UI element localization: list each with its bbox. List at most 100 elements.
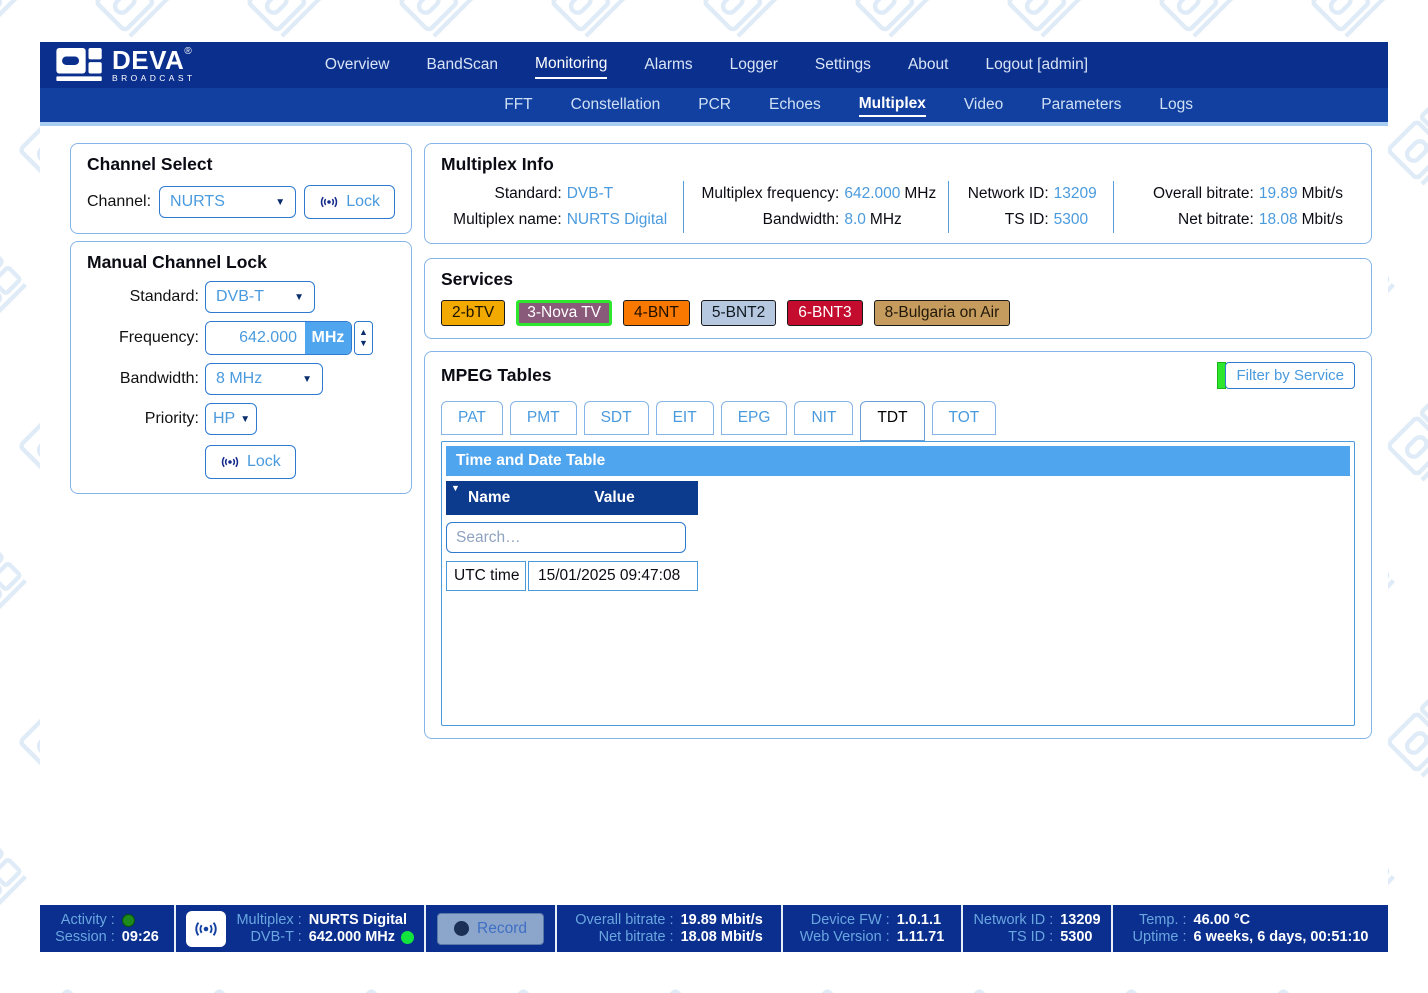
standard-row: Standard: DVB-T ▼ <box>87 281 395 313</box>
nav-item-overview[interactable]: Overview <box>325 52 390 78</box>
nav-item-logout[interactable]: Logout [admin] <box>985 52 1088 78</box>
channel-lock-button[interactable]: Lock <box>304 185 395 219</box>
priority-dropdown-value: HP <box>213 410 235 428</box>
filter-by-service-wrap: Filter by Service <box>1217 362 1355 389</box>
tab-sdt[interactable]: SDT <box>584 401 649 435</box>
services-row: 2-bTV 3-Nova TV 4-BNT 5-BNT2 6-BNT3 8-Bu… <box>441 300 1355 326</box>
tab-tdt[interactable]: TDT <box>860 401 924 441</box>
chevron-down-icon: ▼ <box>235 414 250 425</box>
multiplex-info-col-ids: Network ID:13209 TS ID:5300 <box>948 181 1113 233</box>
antenna-icon <box>220 455 240 469</box>
brand-subtitle: BROADCAST <box>112 74 196 83</box>
temp-value: 46.00 °C <box>1194 912 1369 928</box>
ts-id-value: 5300 <box>1060 929 1100 945</box>
nav-item-bandscan[interactable]: BandScan <box>427 52 499 78</box>
antenna-icon <box>186 911 226 947</box>
tab-eit[interactable]: EIT <box>656 401 714 435</box>
service-badge-6-bnt3[interactable]: 6-BNT3 <box>787 300 862 326</box>
net-bitrate-label: Net bitrate : <box>575 929 673 945</box>
info-unit <box>613 185 617 202</box>
subnav-item-fft[interactable]: FFT <box>504 94 532 116</box>
priority-label: Priority: <box>87 410 199 428</box>
chevron-down-icon: ▼ <box>292 374 312 385</box>
info-value: 18.08 <box>1259 211 1298 228</box>
multiplex-info-title: Multiplex Info <box>441 154 1355 175</box>
status-bar: Activity : Session : 09:26 Multiplex : N… <box>40 905 1388 952</box>
tab-pmt[interactable]: PMT <box>510 401 577 435</box>
service-badge-2-btv[interactable]: 2-bTV <box>441 300 505 326</box>
filter-by-service-button[interactable]: Filter by Service <box>1225 362 1355 389</box>
channel-select-panel: Channel Select Channel: NURTS ▼ <box>70 143 412 234</box>
nav-item-about[interactable]: About <box>908 52 949 78</box>
activity-label: Activity : <box>55 912 115 928</box>
nav-item-monitoring[interactable]: Monitoring <box>535 51 607 79</box>
overall-bitrate-value: 19.89 Mbit/s <box>681 912 763 928</box>
mpeg-tables-title: MPEG Tables <box>441 365 552 386</box>
channel-select-row: Channel: NURTS ▼ Lock <box>87 185 395 219</box>
info-unit <box>667 211 671 228</box>
subnav-item-pcr[interactable]: PCR <box>698 94 731 116</box>
subnav-item-echoes[interactable]: Echoes <box>769 94 821 116</box>
services-panel: Services 2-bTV 3-Nova TV 4-BNT 5-BNT2 6-… <box>424 258 1372 339</box>
frequency-label: Frequency: <box>87 329 199 347</box>
subnav-item-logs[interactable]: Logs <box>1159 94 1193 116</box>
registered-mark: ® <box>184 46 192 57</box>
standard-label: Standard: <box>87 288 199 306</box>
status-section-record: Record <box>426 905 557 952</box>
channel-select-title: Channel Select <box>87 154 395 175</box>
info-label: Net bitrate: <box>1153 207 1259 233</box>
service-badge-3-nova-tv[interactable]: 3-Nova TV <box>516 300 612 326</box>
monitoring-subnav: FFT Constellation PCR Echoes Multiplex V… <box>40 88 1388 122</box>
bandwidth-dropdown-value: 8 MHz <box>216 370 262 388</box>
service-badge-5-bnt2[interactable]: 5-BNT2 <box>701 300 776 326</box>
info-label: Overall bitrate: <box>1153 181 1259 207</box>
subnav-item-constellation[interactable]: Constellation <box>571 94 661 116</box>
subnav-item-video[interactable]: Video <box>964 94 1003 116</box>
network-id-label: Network ID : <box>973 912 1053 928</box>
tdt-table-container: Time and Date Table ▼ Name Value UTC tim… <box>441 441 1355 726</box>
info-value: 5300 <box>1054 211 1088 228</box>
channel-dropdown[interactable]: NURTS ▼ <box>159 186 296 218</box>
standard-dropdown[interactable]: DVB-T ▼ <box>205 281 315 313</box>
status-section-session: Activity : Session : 09:26 <box>40 905 176 952</box>
spinner-down-icon[interactable]: ▼ <box>359 338 368 349</box>
info-unit: Mbit/s <box>1298 211 1343 228</box>
tab-epg[interactable]: EPG <box>721 401 788 435</box>
table-column-header[interactable]: ▼ Name Value <box>446 481 698 515</box>
app-window: DEVA® BROADCAST Overview BandScan Monito… <box>40 42 1388 952</box>
record-dot-icon <box>454 921 469 936</box>
info-unit <box>1088 211 1092 228</box>
info-unit <box>1097 185 1101 202</box>
multiplex-info-col-frequency: Multiplex frequency:642.000MHz Bandwidth… <box>683 181 948 233</box>
nav-item-settings[interactable]: Settings <box>815 52 871 78</box>
subnav-item-parameters[interactable]: Parameters <box>1041 94 1121 116</box>
info-unit: MHz <box>866 211 902 228</box>
device-fw-label: Device FW : <box>800 912 890 928</box>
spinner-up-icon[interactable]: ▲ <box>359 327 368 338</box>
frequency-unit: MHz <box>305 322 351 354</box>
nav-item-logger[interactable]: Logger <box>730 52 778 78</box>
lock-status-dot <box>401 931 414 944</box>
priority-dropdown[interactable]: HP ▼ <box>205 403 257 435</box>
record-button[interactable]: Record <box>437 913 544 945</box>
service-badge-4-bnt[interactable]: 4-BNT <box>623 300 690 326</box>
info-unit: MHz <box>900 185 936 202</box>
info-value: DVB-T <box>567 185 614 202</box>
mpeg-tabs: PAT PMT SDT EIT EPG NIT TDT TOT <box>441 401 1355 441</box>
bandwidth-dropdown[interactable]: 8 MHz ▼ <box>205 363 323 395</box>
table-search-input[interactable] <box>446 522 686 553</box>
service-badge-8-bulgaria-on-air[interactable]: 8-Bulgaria on Air <box>874 300 1011 326</box>
tab-tot[interactable]: TOT <box>932 401 997 435</box>
deva-logo: DEVA® BROADCAST <box>56 47 196 83</box>
manual-lock-button[interactable]: Lock <box>205 445 296 479</box>
tab-pat[interactable]: PAT <box>441 401 503 435</box>
status-section-system: Temp. : 46.00 °C Uptime : 6 weeks, 6 day… <box>1113 905 1388 952</box>
bandwidth-row: Bandwidth: 8 MHz ▼ <box>87 363 395 395</box>
tab-nit[interactable]: NIT <box>794 401 853 435</box>
deva-logo-mark-icon <box>56 48 104 82</box>
frequency-input[interactable] <box>206 322 305 354</box>
right-column: Multiplex Info Standard:DVB-T Multiplex … <box>424 143 1372 905</box>
multiplex-info-col-standard: Standard:DVB-T Multiplex name:NURTS Digi… <box>441 181 683 233</box>
nav-item-alarms[interactable]: Alarms <box>644 52 692 78</box>
subnav-item-multiplex[interactable]: Multiplex <box>859 93 926 117</box>
